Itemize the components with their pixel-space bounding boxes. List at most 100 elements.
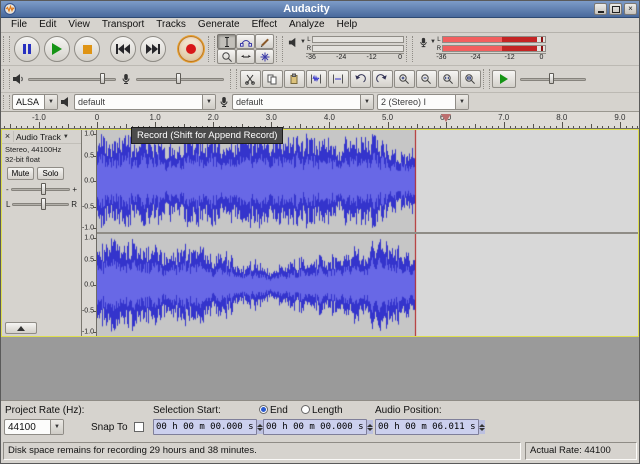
ruler-tick — [120, 126, 121, 128]
device-toolbar-grip[interactable] — [3, 95, 10, 109]
magnifier-icon — [221, 51, 233, 63]
recording-meter-grip[interactable] — [406, 36, 413, 62]
end-radio[interactable]: End — [259, 405, 288, 416]
paste-button[interactable] — [284, 70, 305, 88]
input-device-select[interactable]: default ▼ — [232, 94, 374, 110]
mute-button[interactable]: Mute — [7, 167, 34, 180]
timeline-ruler[interactable]: -1.001.02.03.04.05.06.07.08.09.0 — [1, 112, 639, 129]
vruler-tick — [93, 238, 96, 239]
vruler-tick — [93, 332, 96, 333]
input-volume-thumb[interactable] — [176, 73, 181, 84]
menu-tracks[interactable]: Tracks — [150, 18, 192, 32]
waveform-channel-left[interactable] — [97, 130, 638, 232]
playback-meter-grip[interactable] — [276, 36, 283, 62]
zoom-in-icon — [398, 73, 410, 85]
redo-button[interactable] — [372, 70, 393, 88]
snap-to-checkbox[interactable] — [134, 422, 144, 432]
draw-tool-button[interactable] — [255, 34, 274, 49]
title-bar[interactable]: Audacity × — [1, 1, 639, 18]
menu-edit[interactable]: Edit — [33, 18, 62, 32]
waveform-channel-right[interactable] — [97, 234, 638, 336]
envelope-tool-button[interactable] — [236, 34, 255, 49]
fit-selection-button[interactable] — [438, 70, 459, 88]
playhead-indicator[interactable] — [441, 114, 451, 122]
audio-position-spinner[interactable] — [478, 420, 485, 434]
maximize-button[interactable] — [609, 3, 622, 15]
stop-button[interactable] — [74, 36, 100, 62]
undo-button[interactable] — [350, 70, 371, 88]
menu-view[interactable]: View — [62, 18, 96, 32]
project-rate-select[interactable]: 44100 ▼ — [4, 419, 64, 435]
play-speed-thumb[interactable] — [549, 73, 554, 84]
selection-start-spinner[interactable] — [256, 420, 263, 434]
skip-to-end-button[interactable] — [140, 36, 166, 62]
fit-project-button[interactable] — [460, 70, 481, 88]
input-volume-slider[interactable] — [136, 72, 224, 86]
track-title[interactable]: Audio Track — [14, 132, 61, 142]
gain-thumb[interactable] — [41, 183, 46, 195]
timeshift-tool-button[interactable] — [236, 49, 255, 64]
pause-button[interactable] — [14, 36, 40, 62]
selection-start-field[interactable]: 00 h 00 m 00.000 s — [153, 419, 257, 435]
mixer-toolbar-grip[interactable] — [3, 69, 10, 90]
vertical-ruler[interactable]: 1.00.50.0-0.5-1.01.00.50.0-0.5-1.0 — [82, 130, 97, 336]
multi-tool-button[interactable] — [255, 49, 274, 64]
ruler-tick — [475, 124, 476, 128]
menu-analyze[interactable]: Analyze — [283, 18, 331, 32]
pan-slider[interactable] — [12, 198, 69, 210]
ruler-tick — [632, 126, 633, 128]
skip-to-start-button[interactable] — [110, 36, 136, 62]
minimize-button[interactable] — [594, 3, 607, 15]
microphone-icon — [418, 37, 429, 48]
input-channels-select[interactable]: 2 (Stereo) I ▼ — [377, 94, 469, 110]
gain-slider[interactable] — [11, 183, 71, 195]
ruler-tick — [353, 126, 354, 128]
selection-end-field[interactable]: 00 h 00 m 00.000 s — [263, 419, 367, 435]
recording-meter[interactable]: ▼ L R -36-24-120 — [417, 35, 546, 63]
menu-effect[interactable]: Effect — [246, 18, 283, 32]
output-device-value: default — [75, 95, 202, 109]
play-button[interactable] — [44, 36, 70, 62]
record-button[interactable] — [178, 36, 204, 62]
solo-button[interactable]: Solo — [37, 167, 64, 180]
pan-thumb[interactable] — [41, 198, 46, 210]
copy-button[interactable] — [262, 70, 283, 88]
track-collapse-button[interactable] — [5, 322, 37, 334]
audio-position-field[interactable]: 00 h 00 m 06.011 s — [375, 419, 479, 435]
selection-end-spinner[interactable] — [366, 420, 373, 434]
track-menu-caret-icon[interactable]: ▼ — [63, 134, 69, 140]
edit-toolbar-grip[interactable] — [230, 69, 237, 90]
end-radio-icon[interactable] — [259, 405, 268, 414]
menu-help[interactable]: Help — [331, 18, 364, 32]
ruler-tick — [300, 124, 301, 128]
track-control-panel[interactable]: × Audio Track ▼ Stereo, 44100Hz 32-bit f… — [2, 130, 82, 336]
selection-tool-button[interactable] — [217, 34, 236, 49]
zoom-tool-button[interactable] — [217, 49, 236, 64]
silence-button[interactable] — [328, 70, 349, 88]
tools-toolbar-grip[interactable] — [208, 36, 215, 62]
cut-button[interactable] — [240, 70, 261, 88]
menu-generate[interactable]: Generate — [192, 18, 246, 32]
play-at-speed-button[interactable] — [492, 70, 516, 88]
zoom-in-button[interactable] — [394, 70, 415, 88]
playback-meter[interactable]: ▼ L R -36-24-120 — [287, 35, 404, 63]
menu-file[interactable]: File — [5, 18, 33, 32]
track-close-button[interactable]: × — [2, 131, 14, 142]
play-speed-slider[interactable] — [520, 72, 586, 86]
zoom-out-button[interactable] — [416, 70, 437, 88]
output-device-select[interactable]: default ▼ — [74, 94, 216, 110]
length-radio-icon[interactable] — [301, 405, 310, 414]
audio-host-select[interactable]: ALSA ▼ — [12, 94, 58, 110]
output-volume-thumb[interactable] — [100, 73, 105, 84]
length-radio[interactable]: Length — [301, 405, 343, 416]
toolbar-row-1: ▼ L R -36-24-120 ▼ L R -36-24-120 — [1, 33, 639, 66]
play-at-speed-grip[interactable] — [483, 69, 490, 90]
menu-transport[interactable]: Transport — [96, 18, 150, 32]
audio-position-value: 00 h 00 m 06.011 s — [376, 422, 478, 432]
trim-button[interactable] — [306, 70, 327, 88]
playback-meter-scale: -36-24-120 — [306, 53, 404, 63]
transport-toolbar-grip[interactable] — [3, 36, 10, 62]
close-button[interactable]: × — [624, 3, 637, 15]
ruler-tick — [533, 124, 534, 128]
output-volume-slider[interactable] — [28, 72, 116, 86]
